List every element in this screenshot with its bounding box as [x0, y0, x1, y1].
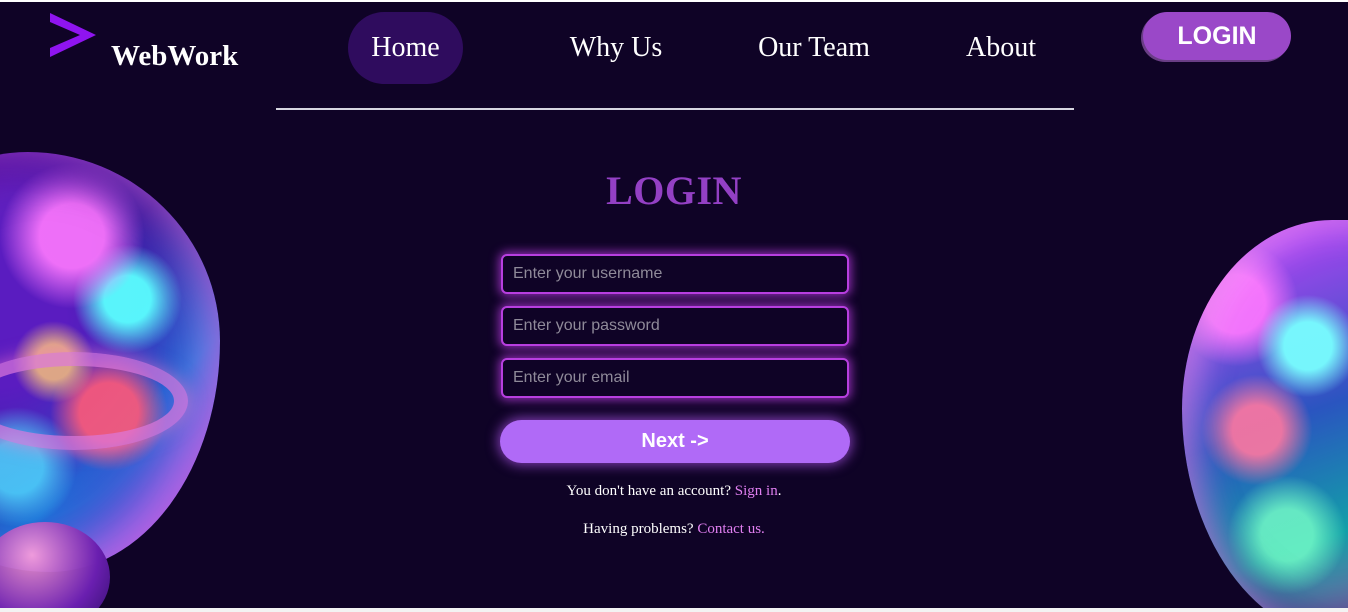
email-input[interactable] — [501, 358, 849, 398]
decorative-blob-right — [1182, 220, 1348, 608]
problems-line: Having problems? Contact us. — [474, 521, 874, 538]
username-input[interactable] — [501, 254, 849, 294]
no-account-line: You don't have an account? Sign in. — [474, 483, 874, 500]
login-title: LOGIN — [606, 168, 742, 213]
brand-name: WebWork — [111, 40, 239, 72]
no-account-text: You don't have an account? — [566, 483, 732, 499]
problems-text: Having problems? — [583, 521, 694, 537]
nav-about[interactable]: About — [958, 12, 1044, 84]
sign-in-suffix: . — [777, 483, 782, 499]
chevron-logo-icon — [50, 13, 96, 57]
header-login-button[interactable]: LOGIN — [1143, 12, 1291, 60]
nav-why-us[interactable]: Why Us — [560, 12, 672, 84]
nav-our-team[interactable]: Our Team — [748, 12, 880, 84]
contact-us-link[interactable]: Contact us. — [697, 521, 765, 537]
sign-in-link[interactable]: Sign in — [735, 483, 778, 499]
nav-divider — [276, 108, 1074, 110]
bottom-strip — [0, 608, 1348, 612]
next-button[interactable]: Next -> — [500, 420, 850, 463]
nav-home[interactable]: Home — [348, 12, 463, 84]
password-input[interactable] — [501, 306, 849, 346]
page-frame: WebWork Home Why Us Our Team About LOGIN… — [0, 2, 1348, 608]
